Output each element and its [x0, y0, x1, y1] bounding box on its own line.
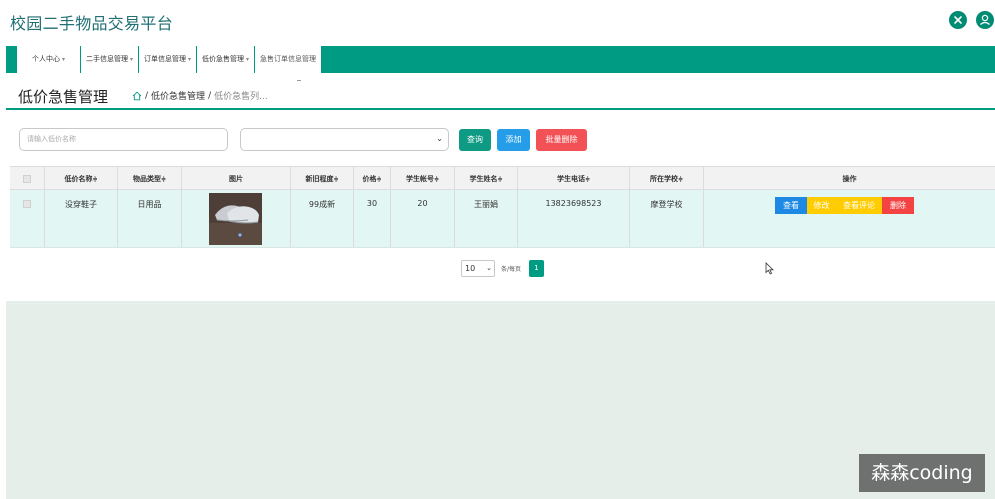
nav-tab-order-info[interactable]: 订单信息管理 ▾: [138, 46, 197, 73]
chevron-down-icon: ▾: [188, 56, 192, 63]
breadcrumb-current: 低价急售列...: [214, 92, 268, 102]
cell-student-account: 20: [391, 190, 455, 247]
batch-delete-button[interactable]: 批量删除: [536, 129, 587, 151]
col-header-label: 物品类型: [132, 175, 161, 183]
view-button[interactable]: 查看: [775, 197, 807, 214]
sort-icon: ≑: [433, 176, 440, 183]
mouse-cursor-icon: [765, 262, 774, 275]
col-header-label: 新旧程度: [305, 175, 334, 183]
row-actions: 查看 修改 查看评论 删除: [775, 197, 914, 214]
chevron-down-icon: ⌄: [486, 264, 492, 272]
watermark: 森森coding: [859, 454, 985, 492]
table-row: 没穿鞋子 日用品 99成新 30 20 王丽娟 13823698523 摩登学校…: [10, 190, 995, 248]
col-header-account[interactable]: 学生帐号≑: [391, 167, 455, 189]
chevron-down-icon: ▾: [130, 56, 134, 63]
col-header-label: 学生帐号: [405, 175, 434, 183]
nav-tab-label: 订单信息管理: [144, 55, 187, 63]
row-checkbox[interactable]: [23, 200, 31, 208]
cell-condition: 99成新: [291, 190, 354, 247]
cell-image: [182, 190, 291, 247]
row-select-cell: [10, 190, 45, 247]
page-number-current[interactable]: 1: [529, 260, 544, 277]
sort-icon: ≑: [333, 176, 339, 183]
col-header-name[interactable]: 低价名称≑: [45, 167, 118, 189]
cell-actions: 查看 修改 查看评论 删除: [704, 190, 995, 247]
col-header-label: 学生电话: [556, 175, 585, 183]
cell-student-phone: 13823698523: [518, 190, 630, 247]
breadcrumb-separator: /: [208, 90, 212, 101]
divider: [297, 80, 301, 81]
col-header-label: 所在学校: [649, 175, 678, 183]
close-circle-icon[interactable]: [949, 11, 967, 29]
col-header-type[interactable]: 物品类型≑: [118, 167, 182, 189]
cell-price: 30: [354, 190, 391, 247]
col-header-label: 低价名称: [64, 175, 93, 183]
query-button[interactable]: 查询: [459, 129, 491, 151]
chevron-down-icon: ▾: [61, 56, 65, 63]
col-header-phone[interactable]: 学生电话≑: [518, 167, 630, 189]
nav-tab-label: 低价急售管理: [202, 55, 245, 63]
type-select[interactable]: ⌄: [240, 128, 449, 151]
col-header-label: 图片: [229, 175, 243, 183]
select-all-cell: [10, 167, 45, 189]
select-all-checkbox[interactable]: [23, 175, 31, 183]
nav-tab-secondhand-info[interactable]: 二手信息管理 ▾: [80, 46, 139, 73]
nav-tab-personal-center[interactable]: 个人中心 ▾: [16, 46, 80, 73]
nav-tab-label: 二手信息管理: [86, 55, 128, 63]
table-header: 低价名称≑ 物品类型≑ 图片 新旧程度≑ 价格≑ 学生帐号≑ 学生姓名≑ 学生电…: [10, 166, 995, 190]
nav-tabs: 个人中心 ▾ 二手信息管理 ▾ 订单信息管理 ▾ 低价急售管理 ▾ 急售订单信息管理: [16, 46, 322, 73]
content-footer-area: [6, 301, 995, 499]
search-input[interactable]: 请输入低价名称: [19, 128, 228, 151]
chevron-down-icon: ▾: [246, 56, 250, 63]
nav-tab-label: 急售订单信息管理: [260, 55, 317, 63]
sort-icon: ≑: [677, 176, 684, 183]
sort-icon: ≑: [92, 176, 98, 183]
col-header-image: 图片: [182, 167, 291, 189]
col-header-price[interactable]: 价格≑: [354, 167, 391, 189]
cell-type: 日用品: [118, 190, 182, 247]
sort-icon: ≑: [376, 176, 382, 183]
col-header-school[interactable]: 所在学校≑: [630, 167, 704, 189]
breadcrumb: / 低价急售管理 / 低价急售列...: [132, 89, 268, 102]
breadcrumb-separator: /: [145, 90, 149, 101]
cell-student-name: 王丽娟: [455, 190, 518, 247]
data-table: 低价名称≑ 物品类型≑ 图片 新旧程度≑ 价格≑ 学生帐号≑ 学生姓名≑ 学生电…: [10, 166, 995, 248]
home-icon[interactable]: [132, 91, 142, 101]
page-size-value: 10: [465, 264, 476, 273]
user-icon[interactable]: [976, 11, 994, 29]
col-header-label: 学生姓名: [469, 175, 498, 183]
cell-school: 摩登学校: [630, 190, 704, 247]
edit-button[interactable]: 修改: [807, 197, 836, 214]
delete-button[interactable]: 删除: [882, 197, 914, 214]
col-header-label: 操作: [842, 175, 857, 183]
add-button[interactable]: 添加: [497, 129, 530, 151]
cell-name: 没穿鞋子: [45, 190, 118, 247]
col-header-label: 价格: [362, 175, 377, 183]
sort-icon: ≑: [160, 176, 167, 183]
col-header-student-name[interactable]: 学生姓名≑: [455, 167, 518, 189]
title-underline: [6, 108, 995, 110]
sort-icon: ≑: [584, 176, 591, 183]
col-header-actions: 操作: [704, 167, 995, 189]
chevron-down-icon: ⌄: [436, 134, 443, 143]
page-size-label: 条/每页: [501, 266, 522, 273]
view-reviews-button[interactable]: 查看评论: [836, 197, 882, 214]
sort-icon: ≑: [497, 176, 503, 183]
product-image[interactable]: [209, 193, 262, 245]
app-title: 校园二手物品交易平台: [10, 14, 174, 33]
top-nav: 个人中心 ▾ 二手信息管理 ▾ 订单信息管理 ▾ 低价急售管理 ▾ 急售订单信息管理: [6, 46, 995, 73]
page-title: 低价急售管理: [18, 88, 109, 106]
nav-tab-urgent-order[interactable]: 急售订单信息管理: [254, 46, 322, 73]
app-root: 校园二手物品交易平台 个人中心 ▾ 二手信息管理 ▾ 订单信息管理 ▾ 低价急售管理 ▾…: [0, 0, 995, 499]
nav-tab-lowprice-sale[interactable]: 低价急售管理 ▾: [196, 46, 255, 73]
nav-tab-label: 个人中心: [31, 55, 60, 63]
page-size-select[interactable]: 10 ⌄: [461, 260, 495, 277]
breadcrumb-item[interactable]: 低价急售管理: [151, 89, 205, 102]
col-header-condition[interactable]: 新旧程度≑: [291, 167, 354, 189]
